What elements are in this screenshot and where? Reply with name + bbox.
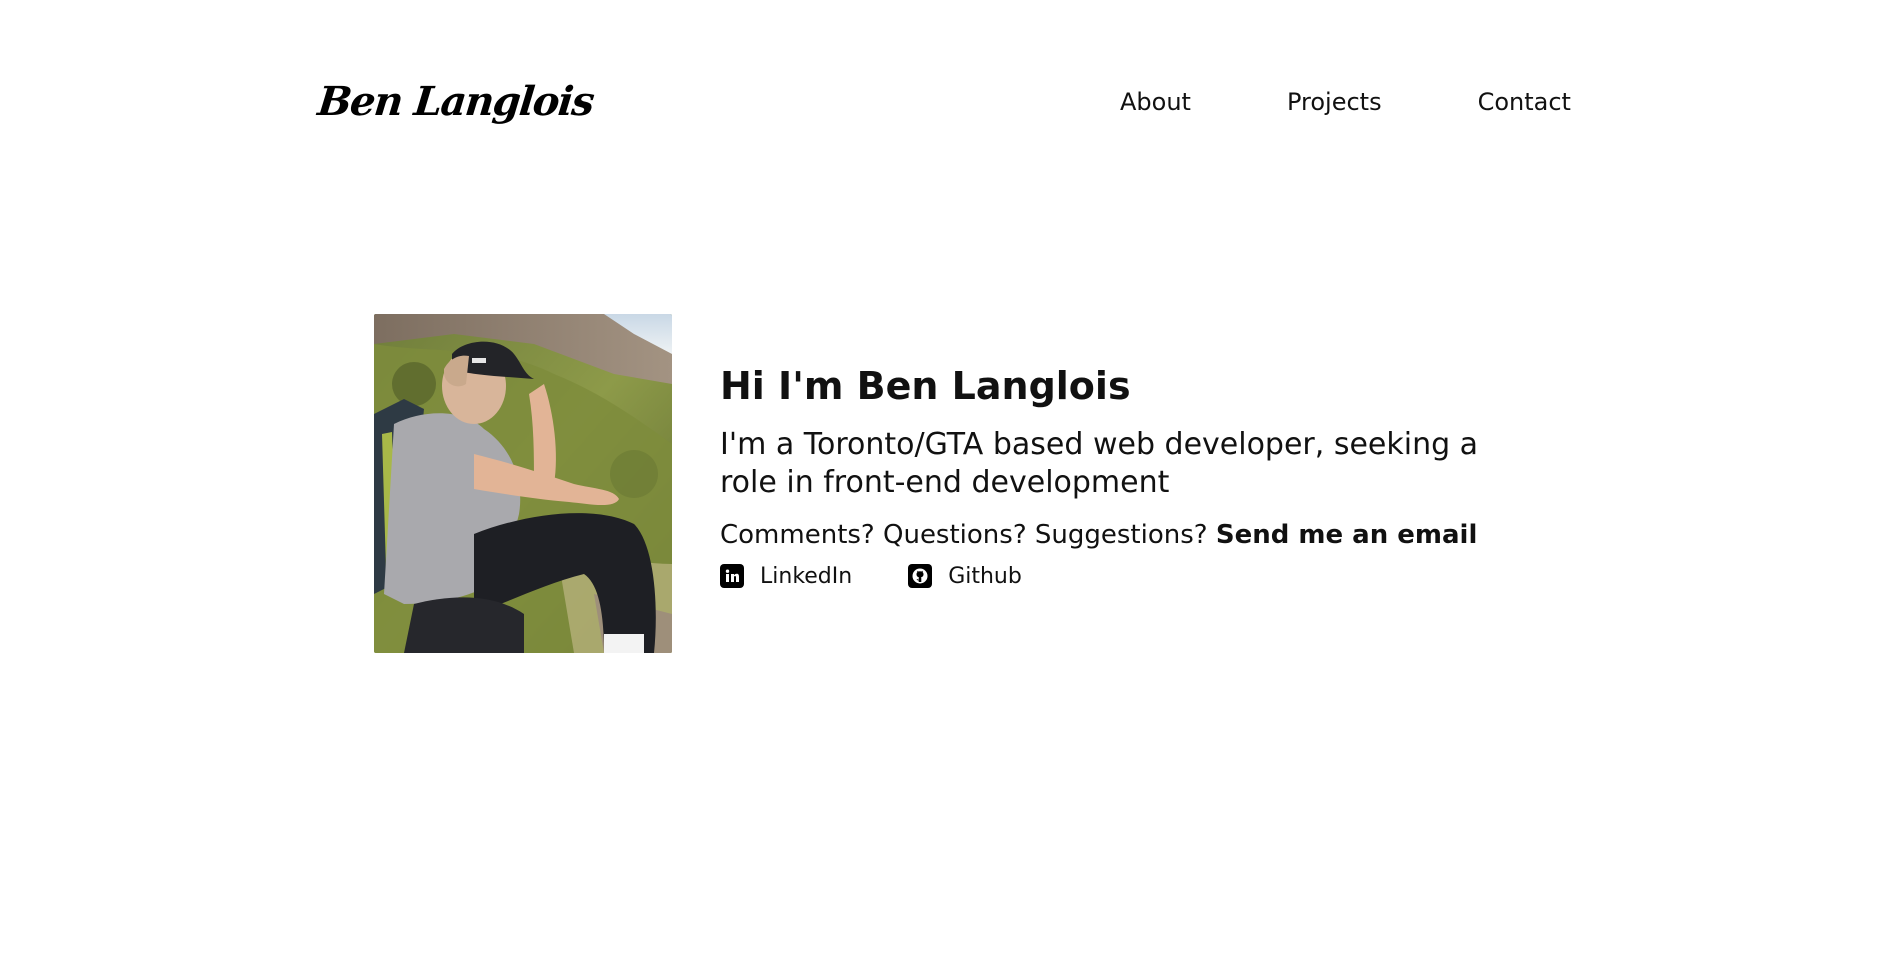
- main-nav: About Projects Contact: [1120, 88, 1571, 116]
- hero-info: Hi I'm Ben Langlois I'm a Toronto/GTA ba…: [720, 314, 1520, 653]
- profile-photo: [374, 314, 672, 653]
- nav-about-link[interactable]: About: [1120, 88, 1191, 116]
- linkedin-label: LinkedIn: [760, 563, 853, 589]
- nav-projects-link[interactable]: Projects: [1287, 88, 1382, 116]
- hero-section: Hi I'm Ben Langlois I'm a Toronto/GTA ba…: [374, 314, 1520, 653]
- linkedin-icon: [720, 564, 744, 589]
- page: Ben Langlois About Projects Contact Hi I…: [0, 0, 1903, 967]
- hero-tagline: I'm a Toronto/GTA based web developer, s…: [720, 426, 1479, 500]
- social-links: LinkedIn Github: [720, 564, 1520, 589]
- site-logo[interactable]: Ben Langlois: [316, 78, 596, 125]
- github-icon: [908, 564, 933, 589]
- github-link[interactable]: Github: [908, 564, 1022, 589]
- linkedin-link[interactable]: LinkedIn: [720, 564, 852, 589]
- github-label: Github: [948, 563, 1022, 589]
- email-link[interactable]: Send me an email: [1216, 520, 1478, 550]
- hero-heading: Hi I'm Ben Langlois: [720, 364, 1131, 408]
- nav-contact-link[interactable]: Contact: [1478, 88, 1571, 116]
- contact-line: Comments? Questions? Suggestions? Send m…: [720, 520, 1520, 550]
- contact-prefix: Comments? Questions? Suggestions?: [720, 519, 1208, 550]
